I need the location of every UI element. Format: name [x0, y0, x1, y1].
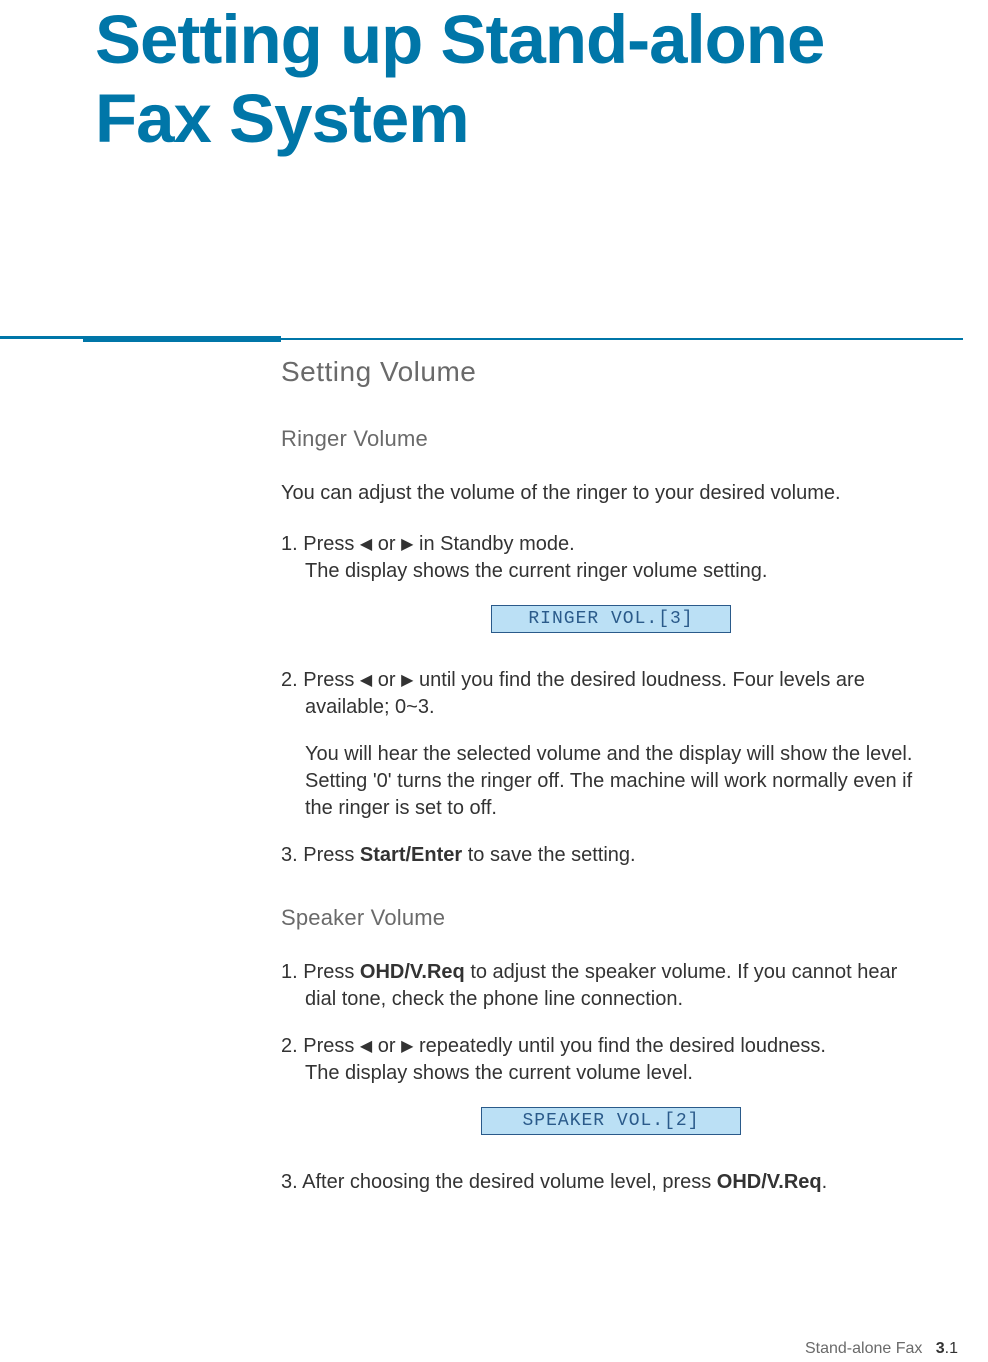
lcd-display-ringer: RINGER VOL.[3]	[491, 605, 731, 633]
ringer-step-1: 1. Press ◀ or ▶ in Standby mode. The dis…	[281, 531, 941, 585]
step-text: 2. Press	[281, 1035, 360, 1057]
triangle-left-icon: ◀	[360, 672, 372, 689]
speaker-step-2: 2. Press ◀ or ▶ repeatedly until you fin…	[281, 1033, 941, 1087]
step-text-line2: dial tone, check the phone line connecti…	[281, 988, 683, 1010]
step-text: until you find the desired loudness. Fou…	[413, 669, 864, 691]
speaker-step-1: 1. Press OHD/V.Req to adjust the speaker…	[281, 959, 941, 1013]
step-text: in Standby mode.	[413, 533, 574, 555]
lcd-text: RINGER VOL.[3]	[528, 609, 693, 629]
page-title: Setting up Stand-alone Fax System	[0, 0, 988, 159]
triangle-right-icon: ▶	[401, 672, 413, 689]
step-text: 2. Press	[281, 669, 360, 691]
step-text: 1. Press	[281, 961, 360, 983]
step-text: to adjust the speaker volume. If you can…	[465, 961, 897, 983]
button-label-start-enter: Start/Enter	[360, 844, 462, 866]
triangle-right-icon: ▶	[401, 1038, 413, 1055]
triangle-left-icon: ◀	[360, 1038, 372, 1055]
page-num: 1	[949, 1340, 958, 1357]
footer-page-number: 3.1	[936, 1340, 958, 1357]
page-footer: Stand-alone Fax 3.1	[805, 1340, 958, 1358]
step-text: or	[372, 1035, 401, 1057]
ringer-intro: You can adjust the volume of the ringer …	[281, 480, 941, 507]
step-text: repeatedly until you find the desired lo…	[413, 1035, 826, 1057]
button-label-ohd-vreq: OHD/V.Req	[717, 1171, 822, 1193]
step-text: .	[822, 1171, 828, 1193]
ringer-step-2: 2. Press ◀ or ▶ until you find the desir…	[281, 667, 941, 721]
step-text: or	[372, 669, 401, 691]
ringer-step-2-para2: You will hear the selected volume and th…	[281, 741, 941, 822]
content-area: Setting Volume Ringer Volume You can adj…	[281, 356, 941, 1216]
step-text-line2: The display shows the current volume lev…	[281, 1062, 693, 1084]
step-text: Setting '0' turns the ringer off. The ma…	[305, 770, 912, 792]
section-heading: Setting Volume	[281, 356, 941, 388]
button-label-ohd-vreq: OHD/V.Req	[360, 961, 465, 983]
step-text: to save the setting.	[462, 844, 635, 866]
lcd-text: SPEAKER VOL.[2]	[522, 1111, 699, 1131]
step-text: or	[372, 533, 401, 555]
step-text: the ringer is set to off.	[305, 797, 497, 819]
triangle-left-icon: ◀	[360, 536, 372, 553]
step-text: 3. Press	[281, 844, 360, 866]
speaker-step-3: 3. After choosing the desired volume lev…	[281, 1169, 941, 1196]
speaker-heading: Speaker Volume	[281, 905, 941, 931]
title-rule-thin	[281, 338, 963, 340]
triangle-right-icon: ▶	[401, 536, 413, 553]
title-rule-left	[0, 336, 83, 339]
lcd-display-speaker: SPEAKER VOL.[2]	[481, 1107, 741, 1135]
ringer-step-3: 3. Press Start/Enter to save the setting…	[281, 842, 941, 869]
step-text-line2: The display shows the current ringer vol…	[281, 560, 767, 582]
ringer-heading: Ringer Volume	[281, 426, 941, 452]
page-chapter: 3	[936, 1340, 945, 1357]
step-text: 1. Press	[281, 533, 360, 555]
step-text: 3. After choosing the desired volume lev…	[281, 1171, 717, 1193]
step-text: You will hear the selected volume and th…	[305, 743, 912, 765]
footer-section-label: Stand-alone Fax	[805, 1340, 922, 1357]
step-text-line2: available; 0~3.	[281, 696, 435, 718]
title-rule-thick	[83, 336, 281, 342]
